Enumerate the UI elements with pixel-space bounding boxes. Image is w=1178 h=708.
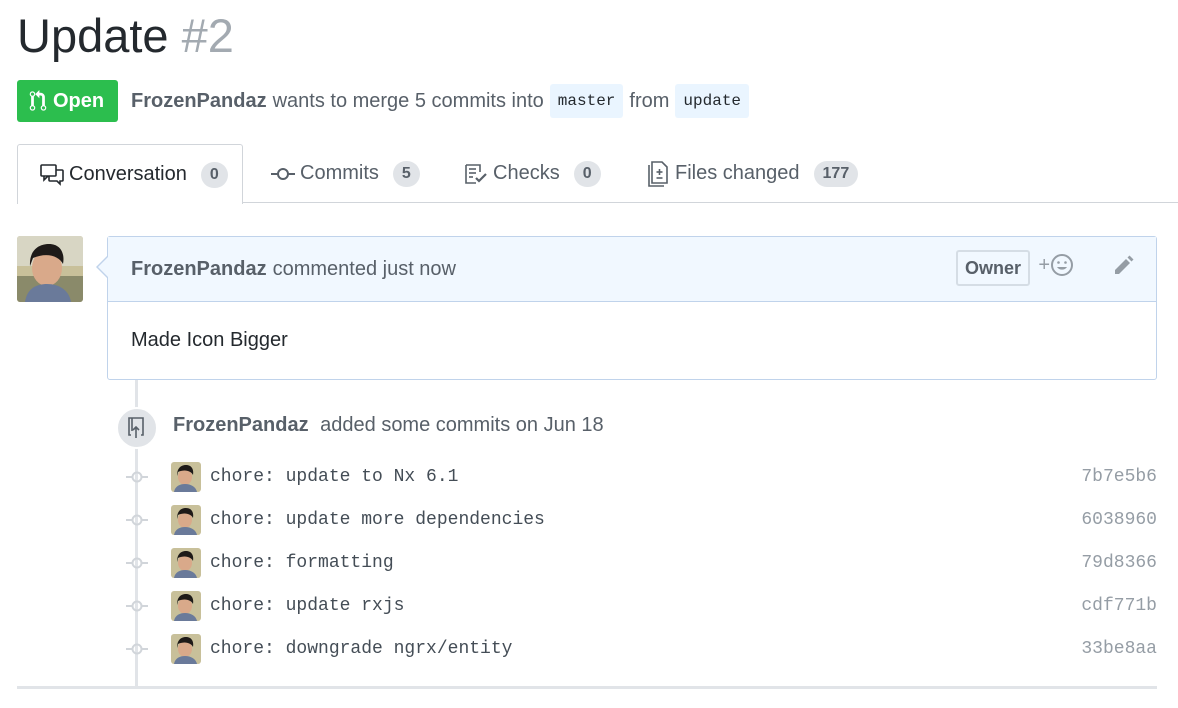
commit-row: chore: formatting 79d8366 (126, 546, 1157, 580)
pr-tabs: Conversation 0 Commits 5 Checks 0 Files … (17, 144, 1178, 204)
tab-commits-count: 5 (392, 160, 420, 187)
comment-caret-fill (98, 256, 109, 278)
commit-sha-link[interactable]: 79d8366 (1081, 553, 1157, 573)
pencil-icon (1115, 255, 1134, 274)
commit-sha-link[interactable]: 6038960 (1081, 510, 1157, 530)
comment-action-text[interactable]: commented just now (273, 258, 456, 281)
commit-author-avatar[interactable] (171, 505, 201, 535)
comment-body: Made Icon Bigger (131, 329, 288, 351)
tab-files-changed-label: Files changed (675, 162, 800, 184)
commit-row: chore: update rxjs cdf771b (126, 589, 1157, 623)
event-description: added some commits on Jun 18 (320, 414, 604, 436)
commit-sha-link[interactable]: 7b7e5b6 (1081, 467, 1157, 487)
commit-message-link[interactable]: chore: update more dependencies (210, 510, 545, 530)
pr-state-label: Open (53, 89, 105, 112)
reaction-plus: + (1038, 253, 1050, 276)
tab-conversation[interactable]: Conversation 0 (17, 144, 243, 204)
commit-sha-link[interactable]: cdf771b (1081, 596, 1157, 616)
git-commit-icon (270, 162, 296, 186)
pr-from-text: from (629, 89, 670, 112)
timeline-divider (17, 686, 1157, 689)
pr-merge-text: wants to merge 5 commits into (272, 89, 544, 112)
checklist-icon (463, 162, 489, 186)
commit-row: chore: downgrade ngrx/entity 33be8aa (126, 632, 1157, 666)
git-commit-icon (126, 471, 148, 483)
avatar-image (17, 236, 83, 302)
git-pull-request-icon (29, 90, 47, 111)
avatar[interactable] (17, 236, 83, 302)
git-commit-icon (126, 557, 148, 569)
tab-checks-count: 0 (573, 160, 601, 187)
pr-title: Update #2 (17, 8, 234, 64)
tab-conversation-label: Conversation (69, 163, 187, 185)
comment-discussion-icon (39, 163, 65, 187)
commit-message-link[interactable]: chore: formatting (210, 553, 394, 573)
tab-checks-label: Checks (493, 162, 560, 184)
file-diff-icon (645, 160, 671, 187)
add-reaction-button[interactable]: + (1038, 253, 1074, 277)
commit-row: chore: update more dependencies 6038960 (126, 503, 1157, 537)
commit-sha-link[interactable]: 33be8aa (1081, 639, 1157, 659)
git-commit-icon (126, 514, 148, 526)
git-commit-icon (126, 643, 148, 655)
owner-badge: Owner (955, 250, 1030, 286)
event-author-link[interactable]: FrozenPandaz (173, 414, 309, 436)
commit-row: chore: update to Nx 6.1 7b7e5b6 (126, 460, 1157, 494)
commit-message-link[interactable]: chore: update rxjs (210, 596, 404, 616)
repo-push-icon (128, 417, 144, 438)
tab-files-changed[interactable]: Files changed 177 (645, 144, 859, 203)
comment-box: FrozenPandaz commented just now Owner + … (107, 236, 1157, 380)
commit-message-link[interactable]: chore: update to Nx 6.1 (210, 467, 458, 487)
event-badge (116, 407, 158, 449)
commit-message-link[interactable]: chore: downgrade ngrx/entity (210, 639, 512, 659)
comment-author-link[interactable]: FrozenPandaz (131, 258, 267, 281)
pr-state-badge: Open (17, 80, 118, 122)
pr-title-text: Update (17, 9, 169, 62)
comment-header: FrozenPandaz commented just now Owner + (108, 237, 1156, 302)
commit-author-avatar[interactable] (171, 634, 201, 664)
tab-files-changed-count: 177 (813, 160, 859, 187)
tab-commits-label: Commits (300, 162, 379, 184)
base-branch[interactable]: master (549, 84, 624, 118)
git-commit-icon (126, 600, 148, 612)
commit-author-avatar[interactable] (171, 548, 201, 578)
commit-author-avatar[interactable] (171, 462, 201, 492)
pr-author-link[interactable]: FrozenPandaz (131, 90, 267, 113)
pr-meta: FrozenPandaz wants to merge 5 commits in… (131, 84, 755, 118)
edit-comment-button[interactable] (1112, 255, 1134, 283)
head-branch[interactable]: update (675, 84, 750, 118)
tab-conversation-count: 0 (200, 161, 228, 188)
commit-author-avatar[interactable] (171, 591, 201, 621)
smiley-icon (1051, 254, 1073, 276)
pr-number: #2 (181, 9, 234, 62)
tab-checks[interactable]: Checks 0 (463, 144, 601, 203)
commits-event-text: FrozenPandaz added some commits on Jun 1… (173, 414, 604, 437)
tab-commits[interactable]: Commits 5 (270, 144, 420, 203)
